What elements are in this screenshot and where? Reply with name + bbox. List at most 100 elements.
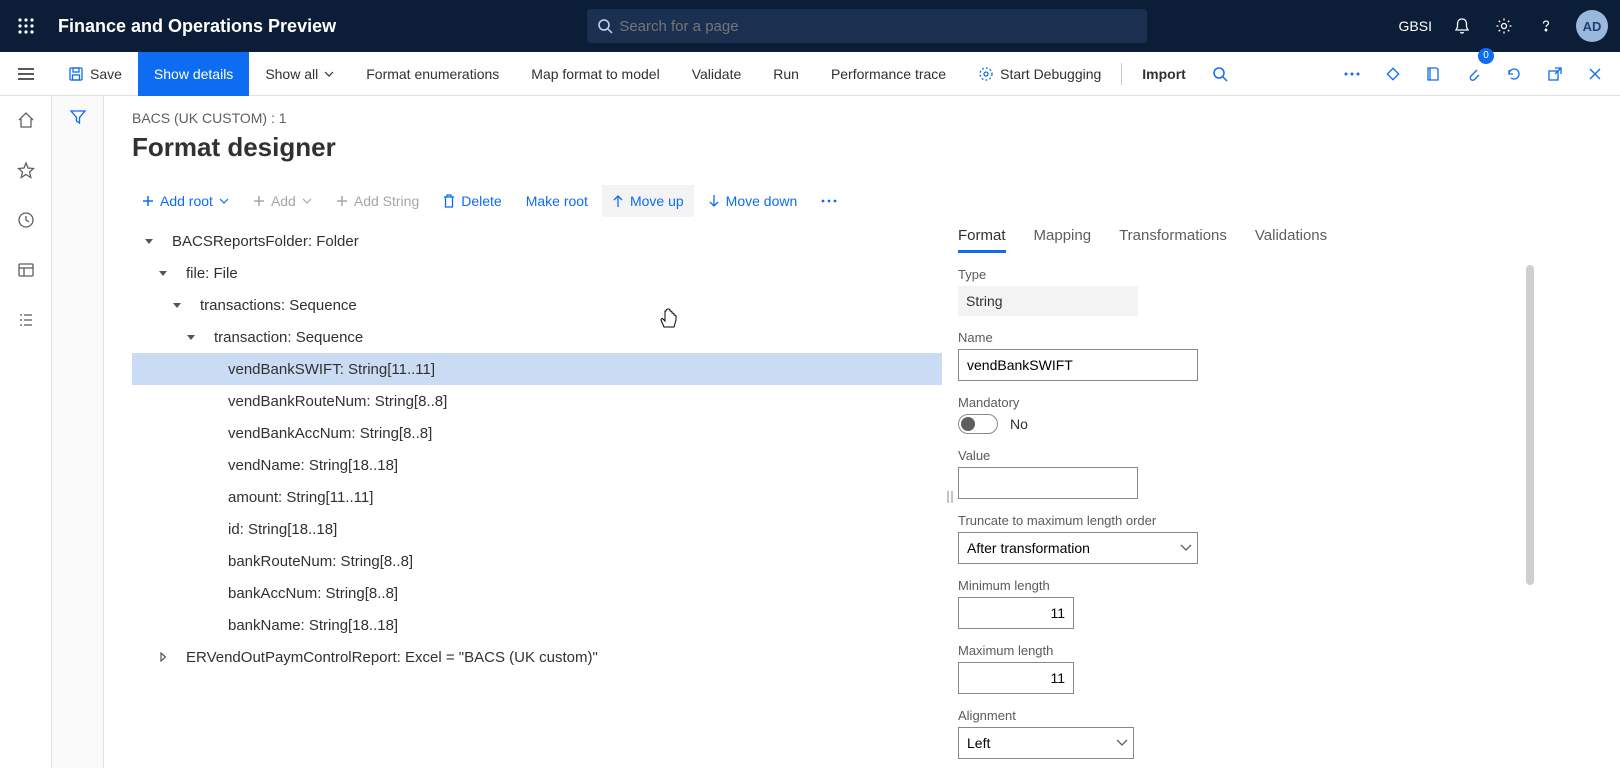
star-icon[interactable] xyxy=(4,150,48,190)
attach-button[interactable]: 0 xyxy=(1456,52,1490,96)
separator xyxy=(1121,63,1122,85)
more-icon xyxy=(821,199,837,203)
min-length-input[interactable] xyxy=(958,597,1074,629)
add-string-label: Add String xyxy=(354,193,419,209)
show-all-button[interactable]: Show all xyxy=(249,52,350,96)
app-launcher-icon[interactable] xyxy=(0,17,52,35)
tab-format[interactable]: Format xyxy=(958,227,1006,253)
value-label: Value xyxy=(958,448,1502,463)
mandatory-toggle[interactable] xyxy=(958,414,998,434)
delete-button[interactable]: Delete xyxy=(433,185,511,217)
alignment-select[interactable] xyxy=(958,727,1134,759)
property-tabs: Format Mapping Transformations Validatio… xyxy=(958,227,1502,253)
home-icon[interactable] xyxy=(4,100,48,140)
workspaces-icon[interactable] xyxy=(4,250,48,290)
import-label: Import xyxy=(1142,66,1186,82)
collapse-icon[interactable] xyxy=(142,236,156,246)
tree-node-label: transactions: Sequence xyxy=(200,297,357,314)
mandatory-value: No xyxy=(1010,416,1028,432)
property-pane: Format Mapping Transformations Validatio… xyxy=(958,225,1538,768)
trash-icon xyxy=(443,194,455,208)
collapse-icon[interactable] xyxy=(170,300,184,310)
more-button[interactable] xyxy=(1334,52,1370,96)
tree-row[interactable]: file: File xyxy=(132,257,942,289)
validate-button[interactable]: Validate xyxy=(676,52,758,96)
cmd-search-button[interactable] xyxy=(1202,52,1238,96)
truncate-select[interactable] xyxy=(958,532,1198,564)
popout-icon xyxy=(1548,67,1562,81)
name-label: Name xyxy=(958,330,1502,345)
diamond-button[interactable] xyxy=(1376,52,1410,96)
tree-row[interactable]: bankName: String[18..18] xyxy=(132,609,942,641)
save-icon xyxy=(68,66,84,82)
tab-validations[interactable]: Validations xyxy=(1255,227,1327,253)
scrollbar[interactable] xyxy=(1526,265,1534,585)
map-format-to-model-button[interactable]: Map format to model xyxy=(515,52,675,96)
popout-button[interactable] xyxy=(1538,52,1572,96)
tree-row[interactable]: transaction: Sequence xyxy=(132,321,942,353)
tree-row[interactable]: bankRouteNum: String[8..8] xyxy=(132,545,942,577)
filter-icon[interactable] xyxy=(69,108,87,768)
add-button[interactable]: Add xyxy=(243,185,322,217)
tree-row[interactable]: vendBankSWIFT: String[11..11] xyxy=(132,353,942,385)
tree-node-label: vendBankSWIFT: String[11..11] xyxy=(228,361,435,378)
nav-collapse-icon[interactable] xyxy=(0,67,52,81)
pane-divider[interactable] xyxy=(942,225,958,768)
avatar[interactable]: AD xyxy=(1576,10,1608,42)
toolbar-more-button[interactable] xyxy=(811,185,847,217)
save-label: Save xyxy=(90,66,122,82)
tree-row[interactable]: vendName: String[18..18] xyxy=(132,449,942,481)
value-input[interactable] xyxy=(958,467,1138,499)
move-up-button[interactable]: Move up xyxy=(602,185,694,217)
recent-icon[interactable] xyxy=(4,200,48,240)
chevron-down-icon xyxy=(324,71,334,77)
max-length-input[interactable] xyxy=(958,662,1074,694)
close-button[interactable] xyxy=(1578,52,1612,96)
add-root-button[interactable]: Add root xyxy=(132,185,239,217)
tree-node-label: vendBankRouteNum: String[8..8] xyxy=(228,393,447,410)
search-input[interactable] xyxy=(619,18,1137,35)
tree-row[interactable]: id: String[18..18] xyxy=(132,513,942,545)
run-label: Run xyxy=(773,66,799,82)
run-button[interactable]: Run xyxy=(757,52,815,96)
tree-row[interactable]: amount: String[11..11] xyxy=(132,481,942,513)
tree-row[interactable]: vendBankRouteNum: String[8..8] xyxy=(132,385,942,417)
start-debugging-button[interactable]: Start Debugging xyxy=(962,52,1117,96)
bell-icon[interactable] xyxy=(1450,14,1474,38)
collapse-icon[interactable] xyxy=(156,268,170,278)
tree-row[interactable]: transactions: Sequence xyxy=(132,289,942,321)
paperclip-icon xyxy=(1466,66,1480,82)
add-string-button[interactable]: Add String xyxy=(326,185,429,217)
tab-mapping[interactable]: Mapping xyxy=(1034,227,1092,253)
tree-node-label: transaction: Sequence xyxy=(214,329,363,346)
app-title: Finance and Operations Preview xyxy=(58,16,336,37)
make-root-button[interactable]: Make root xyxy=(516,185,598,217)
tab-transformations[interactable]: Transformations xyxy=(1119,227,1227,253)
name-input[interactable] xyxy=(958,349,1198,381)
header-right: GBSI AD xyxy=(1399,10,1620,42)
performance-trace-button[interactable]: Performance trace xyxy=(815,52,962,96)
gear-icon[interactable] xyxy=(1492,14,1516,38)
command-bar-right: 0 xyxy=(1334,52,1620,96)
tree-row[interactable]: bankAccNum: String[8..8] xyxy=(132,577,942,609)
expand-icon[interactable] xyxy=(156,652,170,662)
add-root-label: Add root xyxy=(160,193,213,209)
show-details-button[interactable]: Show details xyxy=(138,52,249,96)
modules-icon[interactable] xyxy=(4,300,48,340)
tree-row[interactable]: ERVendOutPaymControlReport: Excel = "BAC… xyxy=(132,641,942,673)
refresh-button[interactable] xyxy=(1496,52,1532,96)
tree-node-label: id: String[18..18] xyxy=(228,521,337,538)
truncate-label: Truncate to maximum length order xyxy=(958,513,1502,528)
tree-row[interactable]: BACSReportsFolder: Folder xyxy=(132,225,942,257)
move-down-button[interactable]: Move down xyxy=(698,185,808,217)
help-icon[interactable] xyxy=(1534,14,1558,38)
tree-row[interactable]: vendBankAccNum: String[8..8] xyxy=(132,417,942,449)
save-button[interactable]: Save xyxy=(52,52,138,96)
app-header: Finance and Operations Preview GBSI AD xyxy=(0,0,1620,52)
collapse-icon[interactable] xyxy=(184,332,198,342)
format-enumerations-button[interactable]: Format enumerations xyxy=(350,52,515,96)
tree-node-label: amount: String[11..11] xyxy=(228,489,373,506)
global-search[interactable] xyxy=(587,9,1147,43)
book-button[interactable] xyxy=(1416,52,1450,96)
import-button[interactable]: Import xyxy=(1126,52,1202,96)
